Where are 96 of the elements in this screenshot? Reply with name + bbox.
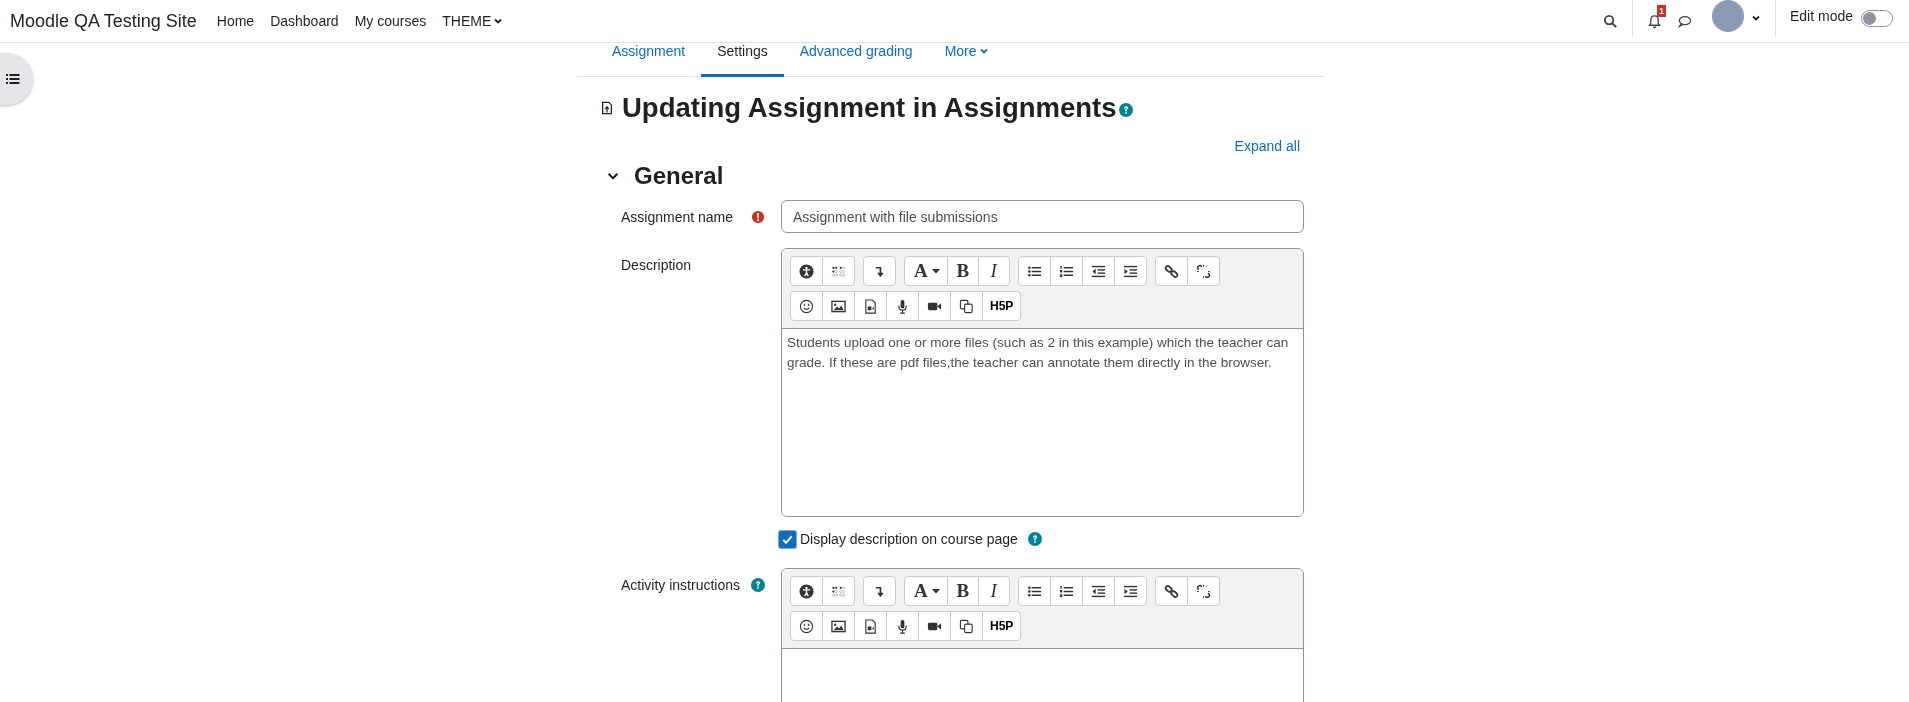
h5p-button[interactable]: H5P	[982, 611, 1022, 641]
smiley-icon	[799, 618, 814, 634]
image-icon	[831, 298, 846, 314]
help-icon[interactable]	[1118, 103, 1133, 117]
search-icon[interactable]	[1602, 13, 1618, 29]
checkbox-label[interactable]: Display description on course page	[800, 530, 1018, 548]
tab[interactable]: Assignment	[596, 43, 702, 77]
bullet-list-button[interactable]	[1017, 576, 1051, 606]
braille-dots-icon	[831, 583, 846, 599]
file-video-icon	[863, 618, 878, 634]
checkbox[interactable]	[779, 530, 796, 548]
accessibility-icon	[799, 583, 814, 599]
outdent-button[interactable]	[1081, 256, 1115, 286]
assignment-name-field[interactable]: Assignment with file submissions	[781, 200, 1304, 233]
help-icon[interactable]	[1027, 532, 1042, 546]
copy-button[interactable]	[950, 611, 983, 641]
numbered-list-button[interactable]	[1049, 256, 1083, 286]
bullet-list-button[interactable]	[1017, 256, 1051, 286]
copy-icon	[959, 618, 974, 634]
site-name[interactable]: Moodle QA Testing Site	[10, 10, 197, 32]
tab[interactable]: Settings	[701, 43, 784, 77]
indent-icon	[1122, 263, 1138, 279]
tab[interactable]: More	[928, 43, 1005, 77]
nav-link[interactable]: THEME	[434, 13, 512, 29]
outdent-icon	[1090, 583, 1106, 599]
paragraph-button[interactable]	[863, 576, 896, 606]
link-button[interactable]	[1154, 576, 1188, 606]
field-label: Description	[621, 256, 692, 274]
italic-button[interactable]: I	[977, 576, 1010, 606]
braille-dots-icon	[831, 263, 846, 279]
field-label: Assignment name	[621, 208, 734, 226]
bullet-list-icon	[1026, 263, 1042, 279]
numbered-list-icon	[1058, 263, 1074, 279]
unlink-icon	[1195, 263, 1211, 279]
smiley-icon	[799, 298, 814, 314]
expand-all-link[interactable]: Expand all	[1234, 137, 1300, 155]
font-button[interactable]: A	[904, 576, 948, 606]
accessibility-icon	[799, 263, 814, 279]
emoji-button[interactable]	[790, 611, 823, 641]
edit-mode-toggle[interactable]	[1861, 9, 1893, 27]
microphone-button[interactable]	[886, 291, 919, 321]
microphone-icon	[895, 618, 910, 634]
video-button[interactable]	[918, 291, 951, 321]
page-heading: Updating Assignment in Assignments	[622, 91, 1117, 125]
unlink-button[interactable]	[1186, 576, 1220, 606]
tab[interactable]: Advanced grading	[783, 43, 929, 77]
paragraph-button[interactable]	[863, 256, 896, 286]
section-title: General	[634, 161, 724, 190]
avatar-circle[interactable]	[1711, 0, 1744, 32]
media-button[interactable]	[854, 611, 887, 641]
link-icon	[1163, 263, 1179, 279]
image-icon	[831, 618, 846, 634]
nav-link[interactable]: Home	[208, 13, 263, 29]
bell-icon[interactable]	[1646, 13, 1662, 29]
accessibility-button[interactable]	[790, 576, 823, 606]
accessibility-button[interactable]	[790, 256, 823, 286]
h5p-button[interactable]: H5P	[982, 291, 1022, 321]
video-button[interactable]	[918, 611, 951, 641]
file-upload-icon	[600, 101, 614, 115]
indent-button[interactable]	[1113, 256, 1147, 286]
chat-bubble-icon[interactable]	[1676, 13, 1692, 29]
file-video-icon	[863, 298, 878, 314]
microphone-button[interactable]	[886, 611, 919, 641]
caret-icon	[930, 266, 941, 276]
microphone-icon	[895, 298, 910, 314]
copy-button[interactable]	[950, 291, 983, 321]
italic-button[interactable]: I	[977, 256, 1010, 286]
emoji-button[interactable]	[790, 291, 823, 321]
caret-icon[interactable]	[1750, 13, 1761, 23]
caret-icon	[930, 586, 941, 596]
nav-link[interactable]: Dashboard	[262, 13, 347, 29]
notification-count: 1	[1656, 4, 1666, 17]
media-button[interactable]	[854, 291, 887, 321]
unlink-button[interactable]	[1186, 256, 1220, 286]
numbered-list-icon	[1058, 583, 1074, 599]
bullet-list-icon	[1026, 583, 1042, 599]
unlink-icon	[1195, 583, 1211, 599]
nav-link[interactable]: My courses	[346, 13, 435, 29]
help-icon[interactable]	[751, 578, 765, 592]
link-icon	[1163, 583, 1179, 599]
image-button[interactable]	[822, 611, 855, 641]
list-icon	[5, 71, 21, 87]
field-label: Activity instructions	[621, 576, 741, 594]
outdent-button[interactable]	[1081, 576, 1115, 606]
bold-button[interactable]: B	[946, 576, 979, 606]
edit-mode-label: Edit mode	[1789, 8, 1853, 24]
link-button[interactable]	[1154, 256, 1188, 286]
outdent-icon	[1090, 263, 1106, 279]
indent-icon	[1122, 583, 1138, 599]
bold-button[interactable]: B	[946, 256, 979, 286]
indent-button[interactable]	[1113, 576, 1147, 606]
description-text: Students upload one or more files (such as 2 in this example) which the teacher can grade. If these are pdf files,the teacher can annotate them directly in the browser.	[787, 335, 1289, 370]
copy-icon	[959, 298, 974, 314]
image-button[interactable]	[822, 291, 855, 321]
font-button[interactable]: A	[904, 256, 948, 286]
numbered-list-button[interactable]	[1049, 576, 1083, 606]
